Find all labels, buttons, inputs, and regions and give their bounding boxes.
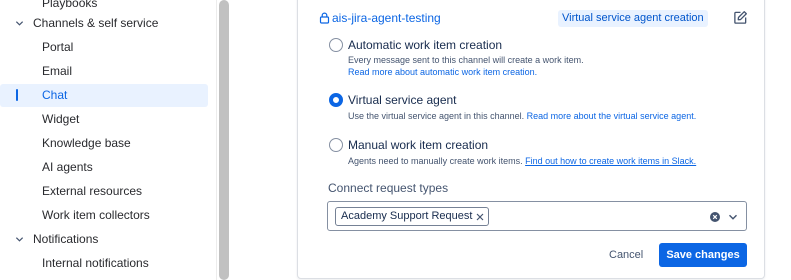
sidebar-item-knowledge-base[interactable]: Knowledge base — [0, 132, 208, 155]
sidebar-item-label: Email — [42, 64, 73, 78]
sidebar: Playbooks Channels & self service Portal… — [0, 0, 232, 280]
option-description-row: Use the virtual service agent in this ch… — [348, 111, 696, 121]
sidebar-item-label: Notifications — [33, 232, 99, 246]
chevron-down-icon[interactable] — [728, 212, 738, 222]
option-title: Automatic work item creation — [348, 38, 503, 52]
sidebar-scrollbar-thumb[interactable] — [219, 0, 229, 280]
radio-manual-work-item-creation[interactable] — [329, 138, 343, 152]
option-description-row: Agents need to manually create work item… — [348, 156, 696, 166]
sidebar-item-email[interactable]: Email — [0, 60, 208, 83]
chevron-down-icon — [15, 237, 24, 242]
sidebar-item-label: Playbooks — [42, 0, 98, 10]
active-indicator — [16, 89, 18, 101]
request-types-label: Connect request types — [328, 181, 449, 195]
sidebar-item-label: Internal notifications — [42, 256, 149, 270]
lock-icon — [319, 12, 330, 24]
sidebar-item-portal[interactable]: Portal — [0, 36, 208, 59]
sidebar-item-label: Portal — [42, 40, 74, 54]
sidebar-item-external-resources[interactable]: External resources — [0, 180, 208, 203]
radio-virtual-service-agent[interactable] — [329, 93, 343, 107]
sidebar-item-label: Widget — [42, 112, 80, 126]
option-description: Agents need to manually create work item… — [348, 156, 523, 166]
sidebar-item-work-item-collectors[interactable]: Work item collectors — [0, 204, 208, 227]
request-types-select[interactable]: Academy Support Request — [327, 201, 747, 231]
option-description: Every message sent to this channel will … — [348, 55, 584, 65]
sidebar-item-label: Work item collectors — [42, 208, 150, 222]
clear-icon[interactable] — [710, 212, 720, 222]
option-link-row: Read more about automatic work item crea… — [348, 67, 537, 77]
edit-icon[interactable] — [733, 10, 748, 25]
channel-name: ais-jira-agent-testing — [332, 11, 441, 25]
sidebar-item-widget[interactable]: Widget — [0, 108, 208, 131]
sidebar-item-label: AI agents — [42, 160, 93, 174]
save-changes-button[interactable]: Save changes — [659, 243, 747, 267]
sidebar-item-ai-agents[interactable]: AI agents — [0, 156, 208, 179]
read-more-automatic-link[interactable]: Read more about automatic work item crea… — [348, 67, 537, 77]
sidebar-item-label: Channels & self service — [33, 16, 159, 30]
sidebar-item-label: Knowledge base — [42, 136, 131, 150]
find-out-create-work-items-link[interactable]: Find out how to create work items in Sla… — [525, 156, 696, 166]
sidebar-item-label: External resources — [42, 184, 143, 198]
option-description: Use the virtual service agent in this ch… — [348, 111, 525, 121]
radio-automatic-work-item-creation[interactable] — [329, 38, 343, 52]
channel-link[interactable]: ais-jira-agent-testing — [319, 11, 441, 25]
cancel-button[interactable]: Cancel — [603, 244, 649, 266]
sidebar-group-channels-self-service[interactable]: Channels & self service — [0, 12, 208, 35]
option-title: Virtual service agent — [348, 93, 457, 107]
request-type-tag: Academy Support Request — [335, 207, 490, 226]
sidebar-item-label: Chat — [42, 88, 68, 102]
mode-badge: Virtual service agent creation — [558, 10, 708, 27]
chevron-down-icon — [15, 21, 24, 26]
sidebar-group-notifications[interactable]: Notifications — [0, 228, 208, 251]
sidebar-item-chat[interactable]: Chat — [0, 84, 208, 107]
remove-tag-icon[interactable] — [476, 213, 484, 221]
read-more-virtual-agent-link[interactable]: Read more about the virtual service agen… — [527, 111, 697, 121]
option-title: Manual work item creation — [348, 138, 489, 152]
tag-label: Academy Support Request — [341, 210, 473, 222]
sidebar-item-internal-notifications[interactable]: Internal notifications — [0, 252, 208, 275]
